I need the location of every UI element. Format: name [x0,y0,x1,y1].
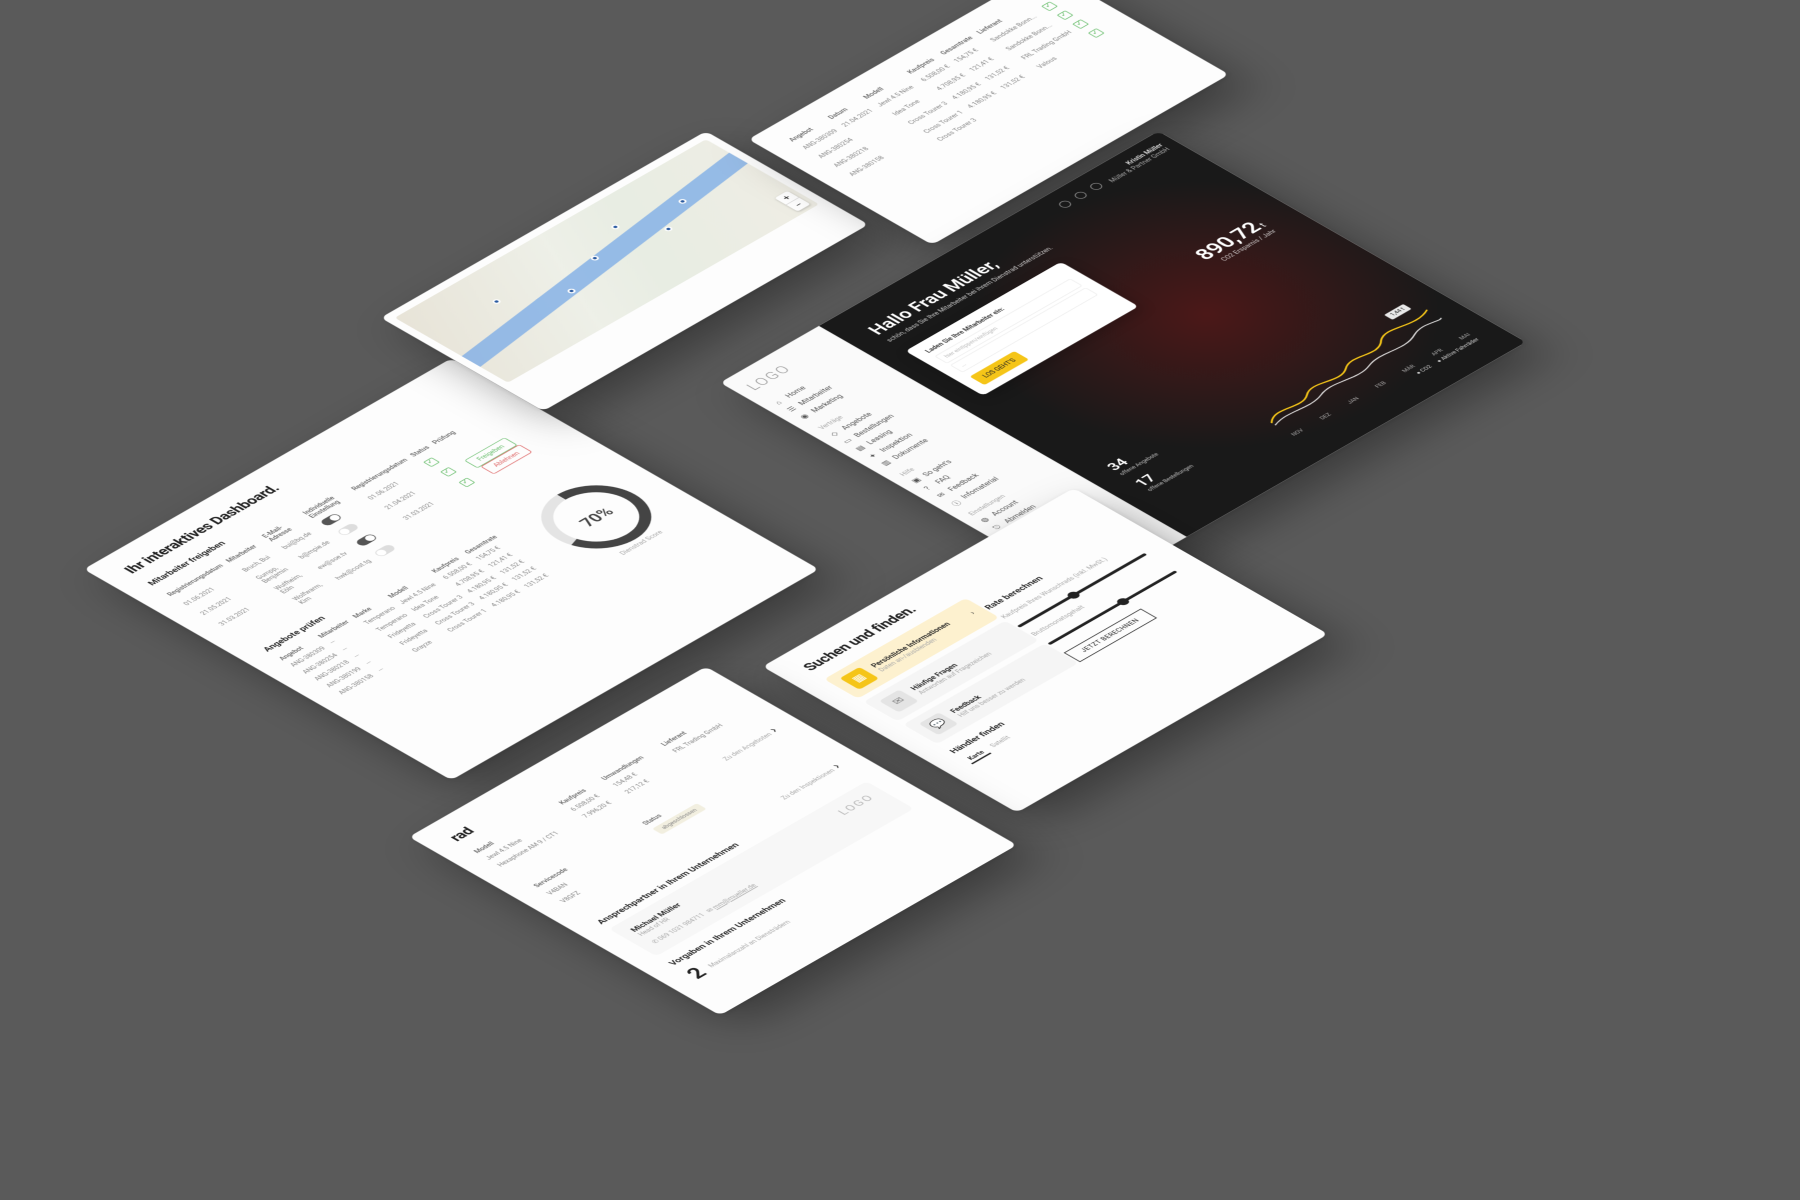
question-icon: ? [923,484,937,492]
company-logo: LOGO [835,793,877,817]
calculate-button[interactable]: JETZT BERECHNEN [1064,609,1157,662]
megaphone-icon: ◉ [798,412,812,420]
donut-value: 70% [574,504,618,529]
help-icon[interactable] [1087,181,1104,191]
chat-icon: ✉ [936,491,950,499]
donut-label: Dienstrad Score [618,529,664,556]
cart-icon: ▭ [842,437,856,445]
bell-icon[interactable] [1072,190,1089,200]
book-icon: ▣ [910,476,924,484]
search-icon[interactable] [1056,199,1073,209]
doc-icon: ▤ [854,444,868,452]
invite-card: Laden Sie Ihre Mitarbeiter ein: hier ein… [905,262,1138,396]
salary-slider[interactable] [1047,570,1177,645]
document-icon: ▦ [840,667,880,690]
tag-icon: ◇ [829,430,843,438]
wrench-icon: ✦ [867,452,881,460]
rules-value: 2 [681,964,713,982]
users-icon: ☰ [786,405,800,413]
chat-icon: 💬 [919,712,959,735]
info-icon: ⓘ [948,498,962,506]
user-icon: ◍ [979,516,993,524]
trend-chart: 1,44 t NOV DEZ JAN FEB MÄR APR MAI ● CO2… [1236,302,1476,440]
file-icon: ▥ [880,459,894,467]
chevron-right-icon: › [968,611,977,616]
offers-list-table: Angebot Datum Modell Kaufpreis Gesamtrat… [785,0,1127,186]
tab-map[interactable]: Karte [962,747,992,764]
home-icon: ⌂ [773,398,787,406]
mail-icon: ✉ [879,690,919,713]
map-view[interactable]: + − [395,139,819,382]
